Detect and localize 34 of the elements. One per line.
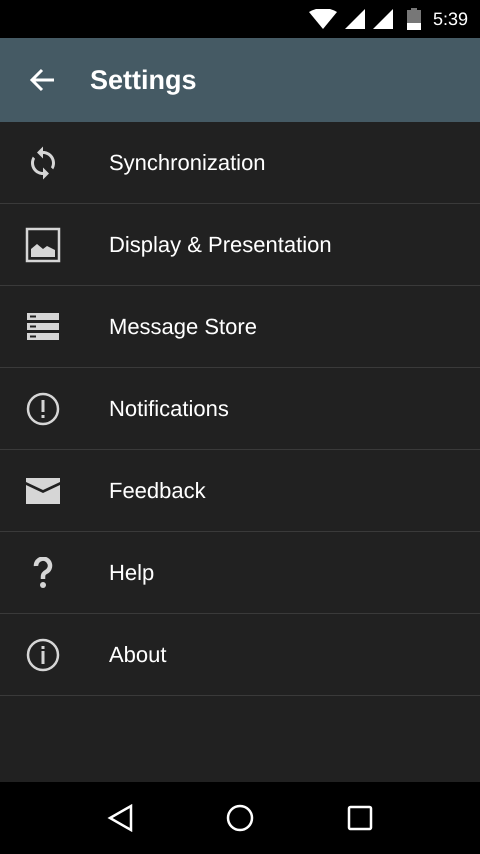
settings-item[interactable]: Message Store: [0, 286, 480, 368]
signal-icon: [344, 9, 365, 29]
item-label: Notifications: [109, 396, 229, 422]
image-icon: [25, 226, 61, 262]
item-label: Help: [109, 560, 154, 586]
item-label: About: [109, 642, 166, 668]
item-label: Message Store: [109, 314, 257, 340]
circle-icon: [226, 804, 254, 832]
info-icon: [26, 638, 60, 672]
triangle-icon: [106, 804, 133, 832]
signal-icon: [372, 9, 393, 29]
back-button[interactable]: [28, 66, 56, 94]
settings-item[interactable]: Synchronization: [0, 122, 480, 204]
alert-icon: [26, 392, 60, 426]
settings-item[interactable]: Display & Presentation: [0, 204, 480, 286]
item-label: Synchronization: [109, 150, 266, 176]
storage-icon: [27, 312, 59, 340]
settings-item[interactable]: About: [0, 614, 480, 696]
back-nav-button[interactable]: [106, 804, 133, 832]
settings-item[interactable]: Feedback: [0, 450, 480, 532]
help-icon: [33, 556, 53, 588]
battery-icon: [406, 8, 421, 30]
mail-icon: [26, 478, 60, 504]
recents-nav-button[interactable]: [347, 805, 374, 831]
home-nav-button[interactable]: [226, 804, 254, 832]
settings-item[interactable]: Notifications: [0, 368, 480, 450]
back-arrow-icon: [29, 68, 55, 92]
settings-item[interactable]: Help: [0, 532, 480, 614]
item-label: Display & Presentation: [109, 232, 332, 258]
status-time: 5:39: [432, 8, 468, 30]
square-icon: [347, 805, 374, 831]
screen-title: Settings: [90, 64, 197, 96]
wifi-icon: [308, 9, 337, 29]
item-label: Feedback: [109, 478, 206, 504]
